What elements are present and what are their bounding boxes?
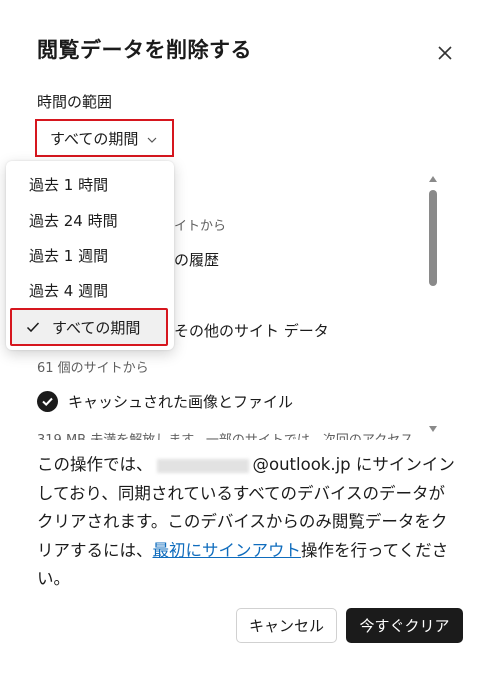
time-range-select[interactable]: すべての期間 bbox=[35, 119, 174, 157]
time-range-label: 時間の範囲 bbox=[37, 93, 113, 111]
email-domain: @outlook.jp bbox=[252, 455, 351, 474]
cancel-button[interactable]: キャンセル bbox=[236, 608, 337, 643]
history-label[interactable]: の履歴 bbox=[174, 249, 219, 270]
menu-item-last-24-hours[interactable]: 過去 24 時間 bbox=[6, 203, 174, 237]
list-scrollbar[interactable] bbox=[426, 174, 440, 432]
scroll-down-icon[interactable] bbox=[429, 426, 437, 432]
cache-label[interactable]: キャッシュされた画像とファイル bbox=[68, 391, 293, 412]
menu-item-last-4-weeks[interactable]: 過去 4 週間 bbox=[6, 273, 174, 307]
sign-out-first-link[interactable]: 最初にサインアウト bbox=[153, 541, 302, 560]
cache-checkbox[interactable] bbox=[37, 391, 58, 412]
menu-item-last-week[interactable]: 過去 1 週間 bbox=[6, 238, 174, 272]
checkmark-icon bbox=[26, 320, 40, 334]
redacted-email bbox=[156, 458, 249, 473]
cache-sub: 319 MB 未満を解放します。一部のサイトでは、次回のアクセス bbox=[37, 429, 413, 440]
time-range-menu: 過去 1 時間 過去 24 時間 過去 1 週間 過去 4 週間 すべての期間 bbox=[6, 161, 174, 350]
scrollbar-thumb[interactable] bbox=[429, 190, 437, 286]
history-sub: イトから bbox=[174, 219, 227, 234]
scroll-up-icon[interactable] bbox=[429, 176, 437, 182]
chevron-down-icon bbox=[146, 132, 158, 144]
menu-item-all-time[interactable]: すべての期間 bbox=[10, 308, 168, 346]
close-icon[interactable] bbox=[434, 42, 456, 64]
menu-item-last-hour[interactable]: 過去 1 時間 bbox=[6, 167, 174, 201]
menu-item-all-time-label: すべての期間 bbox=[52, 318, 141, 337]
clear-now-button[interactable]: 今すぐクリア bbox=[346, 608, 463, 643]
info-text-part-1: この操作では、 bbox=[37, 455, 153, 474]
dialog-title: 閲覧データを削除する bbox=[37, 38, 252, 62]
sync-info-text: この操作では、 @outlook.jp にサインインしており、同期されているすべて… bbox=[37, 451, 457, 594]
cookies-sub: 61 個のサイトから bbox=[37, 361, 149, 376]
time-range-selected-value: すべての期間 bbox=[50, 129, 139, 148]
cookies-label[interactable]: その他のサイト データ bbox=[174, 320, 329, 341]
